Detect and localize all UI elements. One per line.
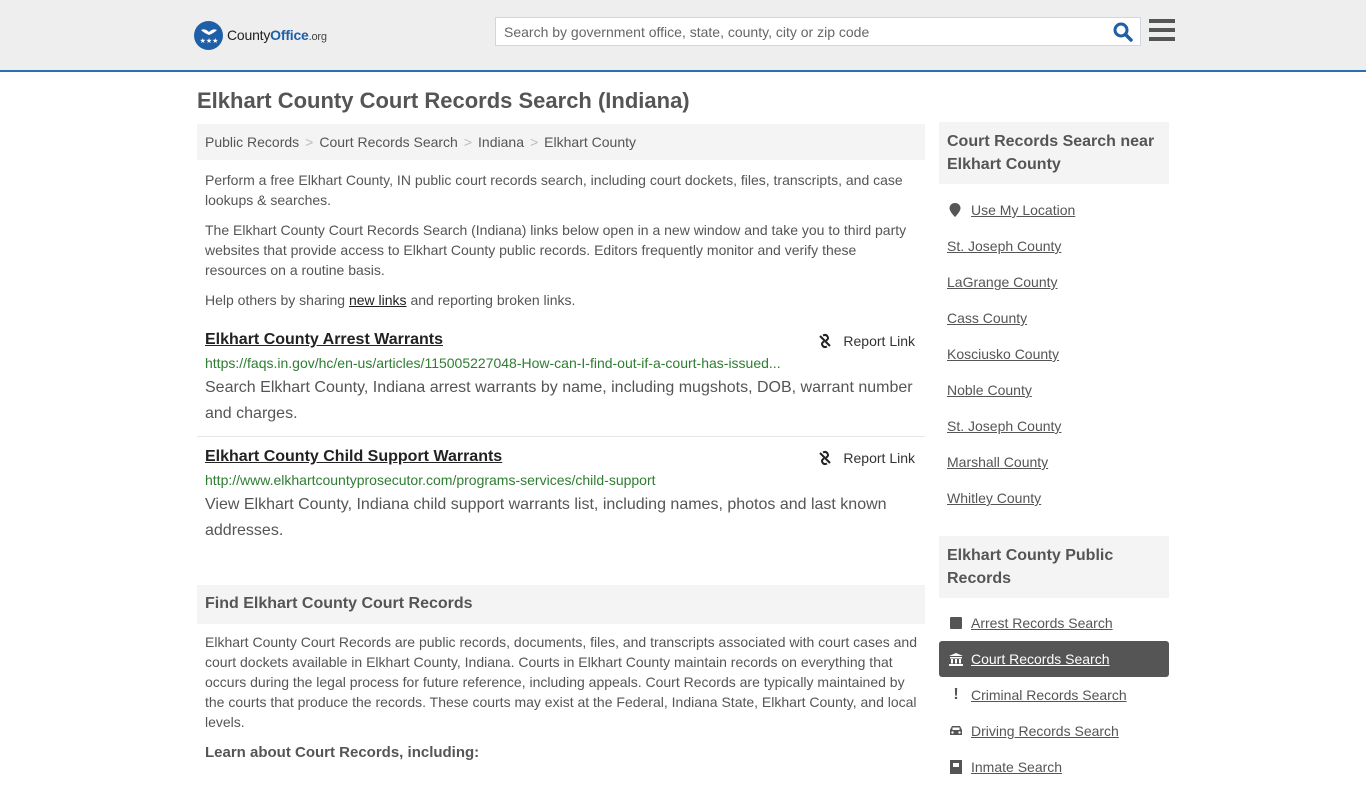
eagle-logo-icon: ★★★	[194, 20, 223, 50]
exclamation-icon: !	[953, 686, 959, 703]
breadcrumb: Public Records > Court Records Search > Indi…	[197, 124, 925, 160]
sidebar-item-driving-records[interactable]: Driving Records Search	[939, 713, 1169, 749]
nearby-county-link[interactable]: Noble County	[947, 382, 1032, 398]
car-icon	[949, 724, 963, 738]
svg-text:★★★: ★★★	[199, 37, 218, 45]
report-link-button[interactable]: Report Link	[817, 333, 915, 349]
search-icon	[1113, 22, 1133, 42]
intro-text: Perform a free Elkhart County, IN public…	[205, 170, 920, 320]
nearby-county-link[interactable]: Kosciusko County	[947, 346, 1059, 362]
intro-paragraph-2: The Elkhart County Court Records Search …	[205, 222, 907, 278]
nearby-county-link[interactable]: Marshall County	[947, 454, 1048, 470]
breadcrumb-public-records[interactable]: Public Records	[205, 134, 299, 150]
result-description: Search Elkhart County, Indiana arrest wa…	[205, 379, 913, 422]
find-section-body: Elkhart County Court Records are public …	[205, 634, 917, 730]
nearby-county-link[interactable]: Cass County	[947, 310, 1027, 326]
logo-text: CountyOffice.org	[227, 27, 327, 43]
report-link-button[interactable]: Report Link	[817, 450, 915, 466]
broken-link-icon	[819, 333, 832, 349]
breadcrumb-court-records-search[interactable]: Court Records Search	[319, 134, 458, 150]
breadcrumb-elkhart-county[interactable]: Elkhart County	[544, 134, 636, 150]
nearby-county-link[interactable]: Whitley County	[947, 490, 1041, 506]
breadcrumb-separator: >	[463, 134, 473, 150]
intro-paragraph-1: Perform a free Elkhart County, IN public…	[205, 172, 903, 208]
result-item: Elkhart County Arrest Warrants Report Li…	[197, 331, 925, 431]
new-links-link[interactable]: new links	[349, 292, 407, 308]
nearby-county-link[interactable]: LaGrange County	[947, 274, 1058, 290]
learn-heading: Learn about Court Records, including:	[205, 744, 480, 761]
square-icon	[949, 616, 963, 630]
broken-link-icon	[819, 450, 832, 466]
nearby-heading: Court Records Search near Elkhart County	[939, 122, 1169, 184]
result-divider	[197, 436, 925, 437]
page-title: Elkhart County Court Records Search (Ind…	[197, 88, 690, 113]
result-url[interactable]: http://www.elkhartcountyprosecutor.com/p…	[205, 472, 656, 488]
breadcrumb-separator: >	[529, 134, 539, 150]
result-description: View Elkhart County, Indiana child suppo…	[205, 496, 887, 539]
sidebar-item-inmate-search[interactable]: Inmate Search	[939, 749, 1169, 785]
use-my-location-button[interactable]: Use My Location	[949, 202, 1075, 218]
result-title-link[interactable]: Elkhart County Child Support Warrants	[205, 448, 502, 466]
site-header: ★★★ CountyOffice.org	[0, 0, 1366, 72]
nearby-county-link[interactable]: St. Joseph County	[947, 418, 1061, 434]
breadcrumb-separator: >	[305, 134, 314, 150]
jail-icon	[949, 760, 963, 774]
result-url[interactable]: https://faqs.in.gov/hc/en-us/articles/11…	[205, 355, 781, 371]
sidebar-item-arrest-records[interactable]: Arrest Records Search	[939, 605, 1169, 641]
site-logo[interactable]: ★★★ CountyOffice.org	[194, 20, 327, 50]
intro-paragraph-3: Help others by sharing new links and rep…	[205, 292, 576, 308]
nearby-county-link[interactable]: St. Joseph County	[947, 238, 1061, 254]
hamburger-menu-icon[interactable]	[1149, 19, 1175, 41]
sidebar-item-court-records[interactable]: Court Records Search	[939, 641, 1169, 677]
result-title-link[interactable]: Elkhart County Arrest Warrants	[205, 331, 443, 349]
search-button[interactable]	[1112, 21, 1134, 43]
result-item: Elkhart County Child Support Warrants Re…	[197, 448, 925, 548]
search-box	[495, 17, 1141, 46]
courthouse-icon	[949, 652, 963, 666]
find-section-heading: Find Elkhart County Court Records	[197, 585, 925, 624]
public-records-heading: Elkhart County Public Records	[939, 536, 1169, 598]
breadcrumb-indiana[interactable]: Indiana	[478, 134, 524, 150]
sidebar-item-criminal-records[interactable]: ! Criminal Records Search	[939, 677, 1169, 713]
map-marker-icon	[949, 203, 961, 217]
search-input[interactable]	[496, 18, 1106, 45]
